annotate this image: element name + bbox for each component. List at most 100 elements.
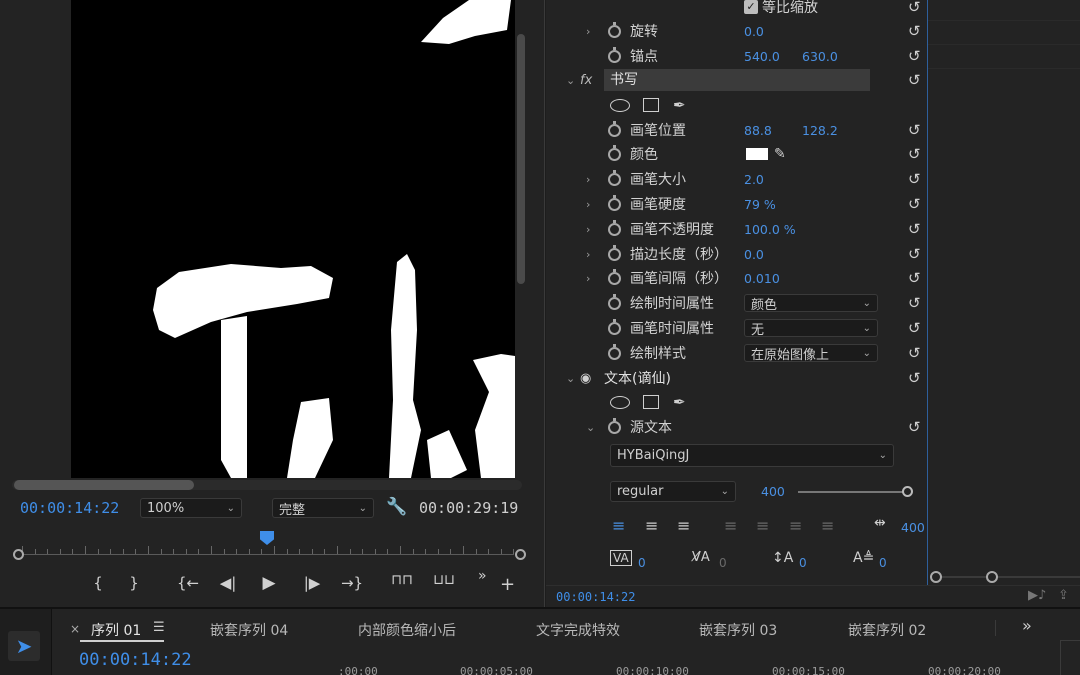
stopwatch-icon[interactable] (608, 194, 621, 211)
extract-icon[interactable]: ⊔⊔ (432, 572, 456, 588)
close-tab-icon[interactable]: × (70, 622, 80, 636)
viewer-horizontal-scrollbar[interactable] (14, 480, 194, 490)
paint-style-select[interactable]: 在原始图像上 ⌄ (744, 344, 878, 363)
timeline-current-time[interactable]: 00:00:14:22 (79, 650, 192, 670)
reset-icon[interactable]: ↺ (908, 294, 921, 312)
stopwatch-icon[interactable] (608, 219, 621, 236)
chevron-right-icon[interactable]: › (586, 248, 590, 261)
stopwatch-icon[interactable] (608, 144, 621, 161)
brush-position-x[interactable]: 88.8 (744, 123, 772, 138)
mark-in-icon[interactable]: { (86, 574, 110, 592)
quality-select[interactable]: 完整 ⌄ (272, 498, 374, 518)
tracking-va-value[interactable]: 0 (719, 556, 727, 570)
zoom-bar-end-handle[interactable] (986, 571, 998, 583)
justify-center-icon[interactable]: ≡ (756, 516, 769, 535)
reset-icon[interactable]: ↺ (908, 71, 921, 89)
stroke-length-value[interactable]: 0.0 (744, 247, 764, 262)
stopwatch-icon[interactable] (608, 417, 621, 434)
tab-sequence-01[interactable]: 序列 01 (91, 620, 141, 640)
lift-icon[interactable]: ⊓⊓ (390, 572, 414, 588)
stopwatch-icon[interactable] (608, 244, 621, 261)
checkbox-icon[interactable]: ✓ (744, 0, 758, 15)
stopwatch-icon[interactable] (608, 21, 621, 38)
zoom-select[interactable]: 100% ⌄ (140, 498, 242, 518)
chevron-right-icon[interactable]: › (586, 173, 590, 186)
paint-time-props-select[interactable]: 颜色 ⌄ (744, 294, 878, 313)
step-back-icon[interactable]: ◀| (216, 574, 240, 592)
export-icon[interactable]: ⇪ (1058, 588, 1069, 603)
step-forward-icon[interactable]: |▶ (300, 574, 324, 592)
chevron-right-icon[interactable]: › (586, 25, 590, 38)
eye-icon[interactable]: ◉ (580, 371, 591, 386)
stopwatch-icon[interactable] (608, 268, 621, 285)
stopwatch-icon[interactable] (608, 293, 621, 310)
zoom-bar-start-handle[interactable] (930, 571, 942, 583)
monitor-current-time[interactable]: 00:00:14:22 (20, 499, 119, 517)
brush-spacing-value[interactable]: 0.010 (744, 271, 780, 286)
reset-icon[interactable]: ↺ (908, 145, 921, 163)
reset-icon[interactable]: ↺ (908, 170, 921, 188)
viewer-vertical-scrollbar[interactable] (517, 34, 525, 284)
effect-keyframe-area[interactable] (928, 0, 1080, 570)
font-size-slider-handle[interactable] (902, 486, 913, 497)
anchor-y-value[interactable]: 630.0 (802, 49, 838, 64)
reset-icon[interactable]: ↺ (908, 344, 921, 362)
reset-icon[interactable]: ↺ (908, 47, 921, 65)
rectangle-mask-icon[interactable] (643, 98, 659, 113)
reset-icon[interactable]: ↺ (908, 418, 921, 436)
audio-only-icon[interactable]: ▶♪ (1028, 588, 1046, 603)
kerning-value[interactable]: 0 (638, 556, 646, 570)
more-icon[interactable]: » (478, 568, 487, 584)
play-icon[interactable]: ▶ (257, 573, 281, 593)
eyedropper-icon[interactable]: ✎ (774, 146, 786, 162)
reset-icon[interactable]: ↺ (908, 121, 921, 139)
stopwatch-icon[interactable] (608, 318, 621, 335)
rectangle-mask-icon[interactable] (643, 395, 659, 410)
font-size-value[interactable]: 400 (761, 484, 785, 499)
ruler-end-handle[interactable] (515, 549, 526, 560)
wrench-icon[interactable]: 🔧 (386, 497, 407, 517)
tab-nested-sequence-03[interactable]: 嵌套序列 03 (699, 620, 777, 640)
font-style-select[interactable]: regular ⌄ (610, 481, 736, 502)
selection-tool-icon[interactable]: ➤ (8, 631, 40, 661)
align-left-icon[interactable]: ≡ (612, 516, 625, 535)
baseline-shift-value[interactable]: 0 (879, 556, 887, 570)
add-button-icon[interactable]: + (500, 574, 515, 595)
leading-value[interactable]: 0 (799, 556, 807, 570)
tab-nested-sequence-04[interactable]: 嵌套序列 04 (210, 620, 288, 640)
chevron-down-icon[interactable]: ⌄ (566, 74, 575, 87)
tab-nested-sequence-02[interactable]: 嵌套序列 02 (848, 620, 926, 640)
justify-all-icon[interactable]: ≡ (821, 516, 834, 535)
write-effect-title[interactable]: 书写 (604, 69, 870, 92)
chevron-down-icon[interactable]: ⌄ (566, 372, 575, 385)
reset-icon[interactable]: ↺ (908, 369, 921, 387)
pen-mask-icon[interactable]: ✒ (673, 393, 686, 411)
brush-hardness-value[interactable]: 79 % (744, 197, 776, 212)
anchor-x-value[interactable]: 540.0 (744, 49, 780, 64)
rotation-value[interactable]: 0.0 (744, 24, 764, 39)
tracking-value[interactable]: 400 (901, 520, 925, 535)
pen-mask-icon[interactable]: ✒ (673, 96, 686, 114)
color-swatch[interactable] (746, 148, 768, 160)
keyframe-zoom-bar[interactable] (930, 570, 1080, 584)
reset-icon[interactable]: ↺ (908, 220, 921, 238)
mark-out-icon[interactable]: } (122, 574, 146, 592)
video-viewer[interactable] (71, 0, 515, 478)
chevron-right-icon[interactable]: › (586, 223, 590, 236)
stopwatch-icon[interactable] (608, 169, 621, 186)
chevron-right-icon[interactable]: › (586, 272, 590, 285)
reset-icon[interactable]: ↺ (908, 245, 921, 263)
fx-icon[interactable]: fx (580, 73, 592, 88)
reset-icon[interactable]: ↺ (908, 269, 921, 287)
ellipse-mask-icon[interactable] (610, 395, 630, 409)
tab-menu-icon[interactable]: ☰ (153, 620, 165, 635)
text-layer-title[interactable]: 文本(谪仙) (604, 368, 671, 388)
font-size-slider[interactable] (798, 491, 908, 493)
brush-opacity-value[interactable]: 100.0 % (744, 222, 796, 237)
stopwatch-icon[interactable] (608, 343, 621, 360)
more-tabs-icon[interactable]: » (1022, 616, 1032, 635)
stopwatch-icon[interactable] (608, 46, 621, 63)
justify-left-icon[interactable]: ≡ (724, 516, 737, 535)
reset-icon[interactable]: ↺ (908, 195, 921, 213)
brush-position-y[interactable]: 128.2 (802, 123, 838, 138)
